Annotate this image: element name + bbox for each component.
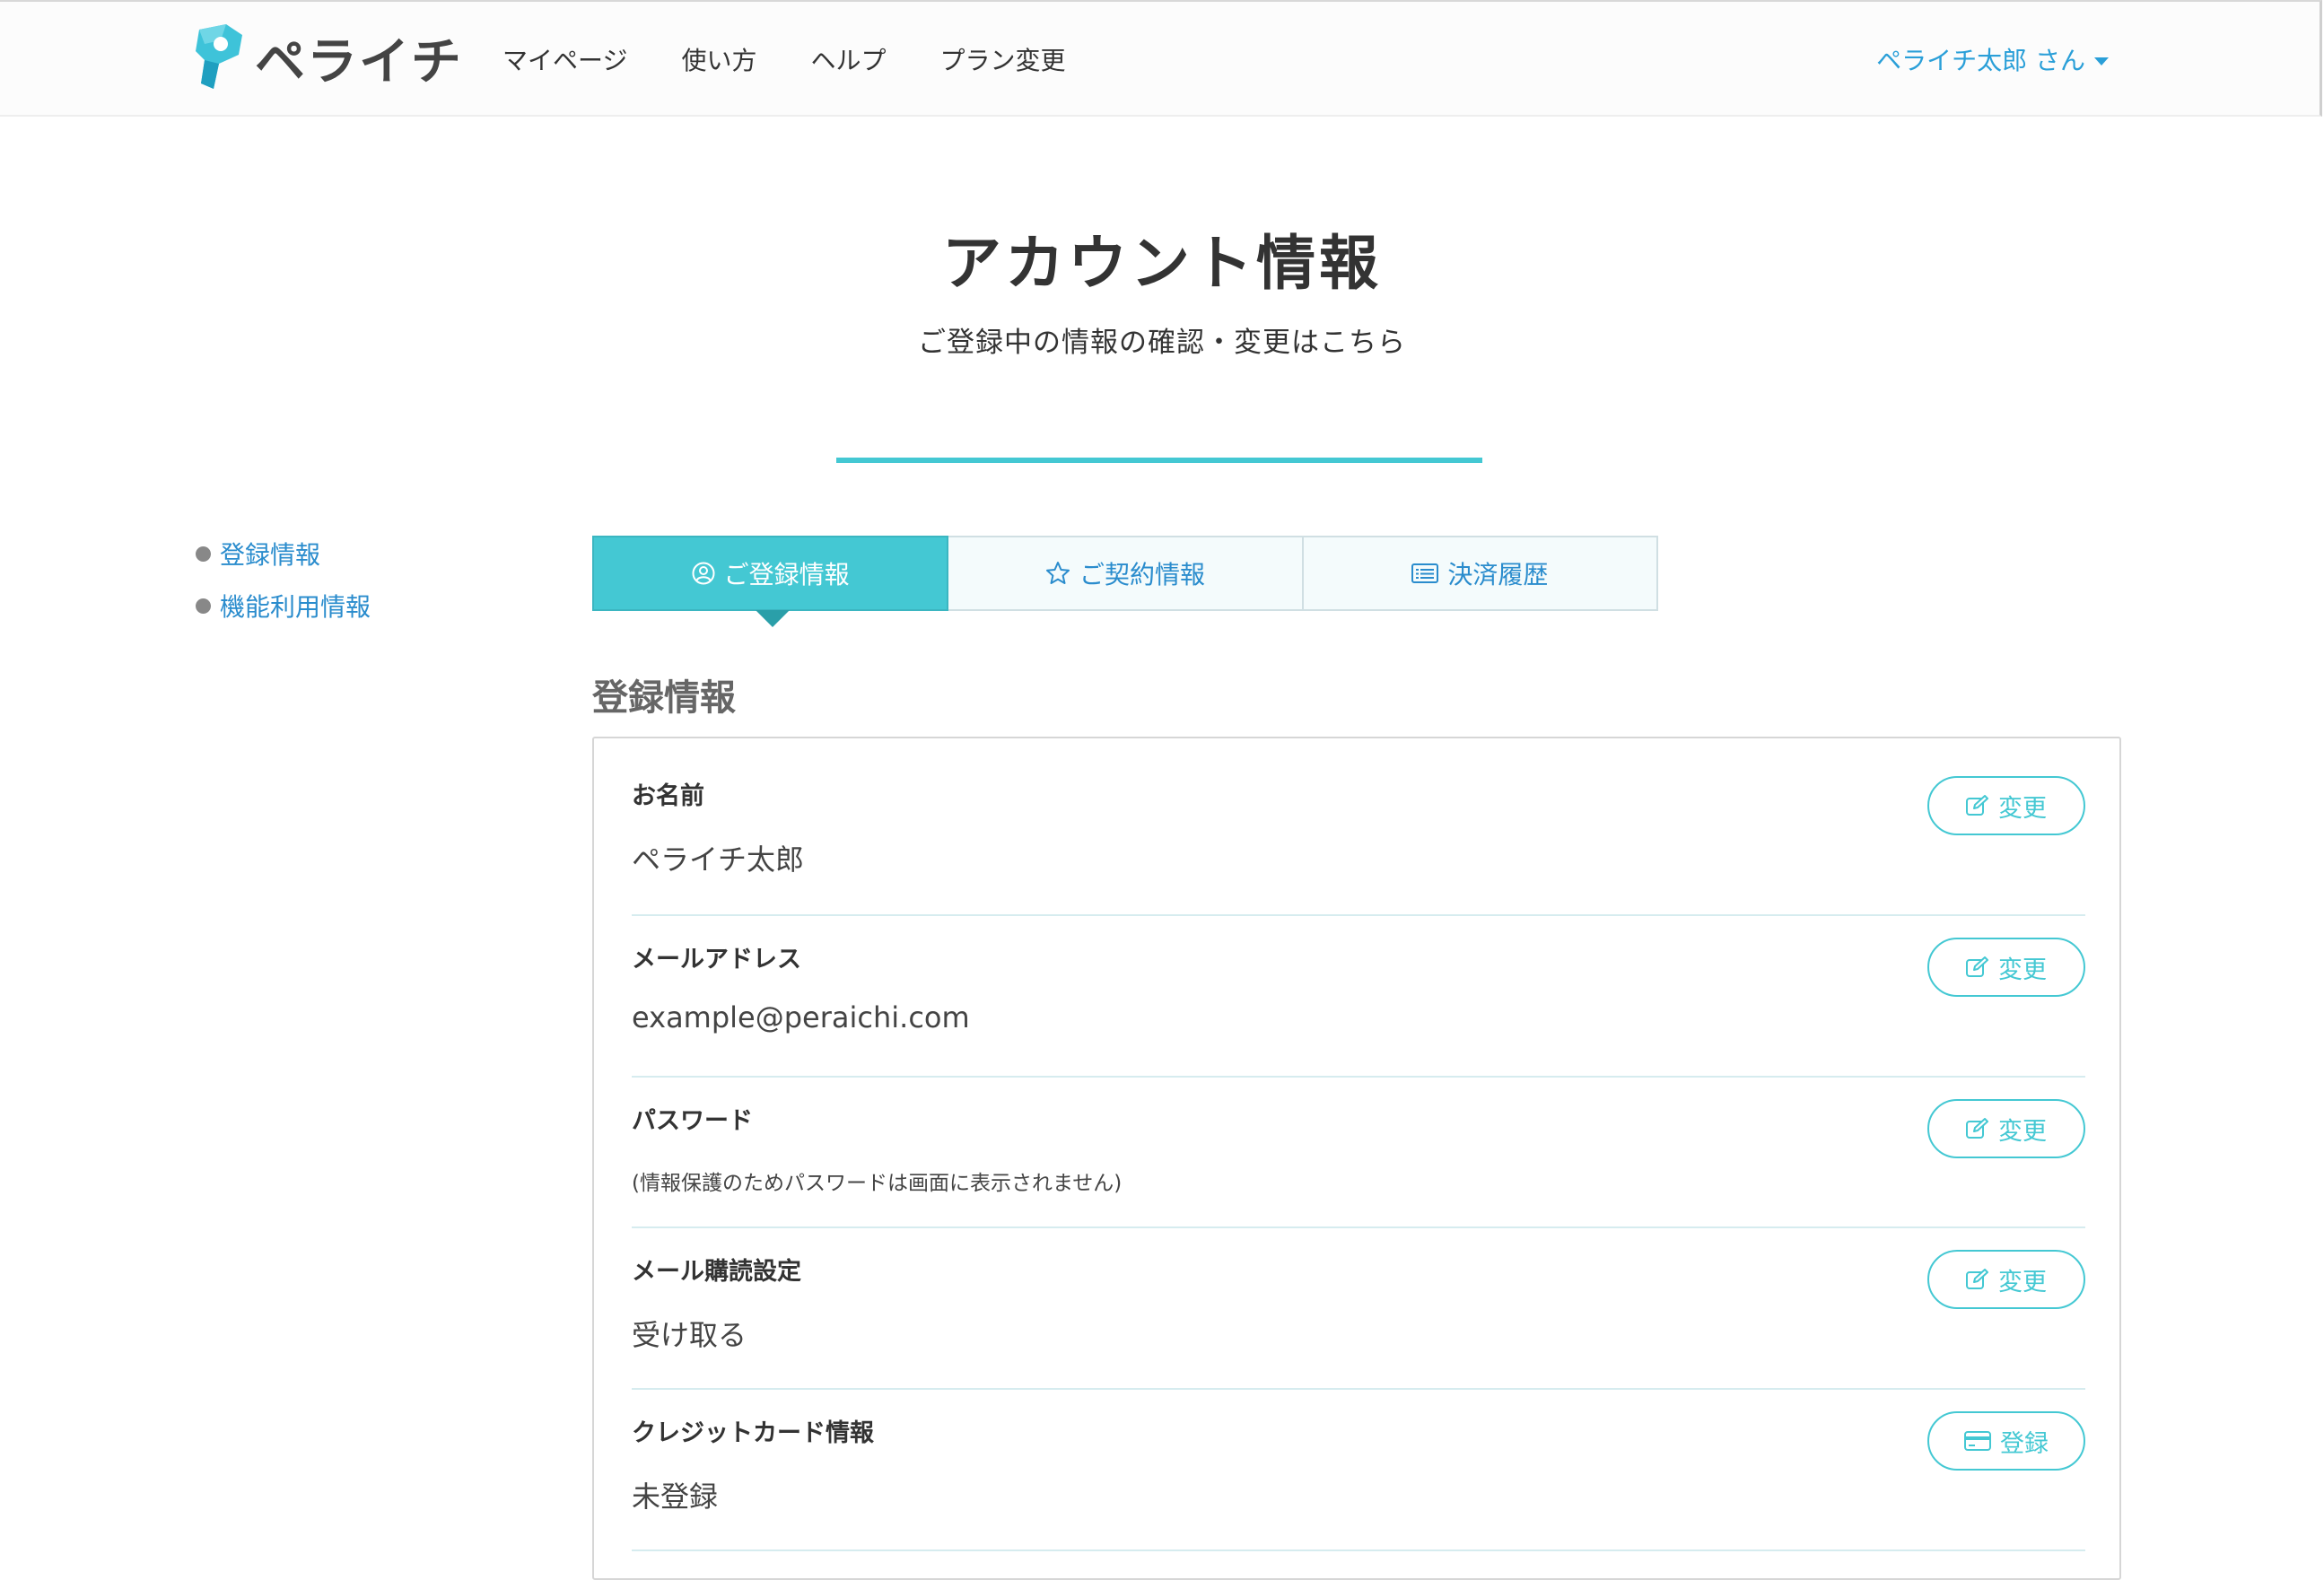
bullet-icon [196, 546, 211, 562]
button-label: 変更 [1998, 956, 2047, 984]
info-row-credit-card: クレジットカード情報 未登録 登録 [632, 1390, 2085, 1551]
sidebar-item-registration[interactable]: 登録情報 [196, 535, 371, 572]
caret-down-icon [2094, 57, 2109, 65]
sidebar-item-label: 機能利用情報 [220, 592, 371, 622]
sidebar-item-feature-usage[interactable]: 機能利用情報 [196, 587, 371, 624]
registration-info-card: お名前 ペライチ太郎 変更 メールアドレス example@peraichi.c… [592, 737, 2121, 1580]
credit-card-icon [1964, 1430, 1991, 1452]
row-value: (情報保護のためパスワードは画面に表示されません) [632, 1172, 1123, 1195]
register-credit-card-button[interactable]: 登録 [1927, 1411, 2085, 1471]
sidebar-item-label: 登録情報 [220, 540, 321, 570]
button-label: 変更 [1998, 1268, 2047, 1296]
top-header: ペライチ マイページ 使い方 ヘルプ プラン変更 ペライチ太郎 さん [0, 0, 2322, 117]
row-label: メールアドレス [632, 946, 801, 973]
list-icon [1411, 563, 1439, 584]
row-label: メール購読設定 [632, 1258, 801, 1286]
info-row-name: お名前 ペライチ太郎 変更 [632, 738, 2085, 916]
bullet-icon [196, 598, 211, 614]
button-label: 登録 [2000, 1429, 2049, 1458]
page-title: アカウント情報 [942, 229, 1382, 298]
account-tabs: ご登録情報 ご契約情報 決済履歴 [592, 536, 1658, 627]
page-subtitle: ご登録中の情報の確認・変更はこちら [918, 327, 1406, 359]
edit-icon [1966, 1269, 1989, 1290]
nav-item-mypage[interactable]: マイページ [502, 41, 627, 77]
tab-label: ご契約情報 [1079, 560, 1205, 589]
user-name: ペライチ太郎 さん [1876, 46, 2085, 75]
edit-icon [1966, 795, 1989, 816]
button-label: 変更 [1998, 794, 2047, 823]
row-label: パスワード [632, 1107, 753, 1135]
tab-label: ご登録情報 [723, 560, 850, 589]
row-value: 受け取る [632, 1318, 747, 1352]
user-circle-icon [692, 562, 715, 585]
change-password-button[interactable]: 変更 [1927, 1099, 2085, 1158]
nav-item-plan-change[interactable]: プラン変更 [939, 41, 1065, 77]
change-email-button[interactable]: 変更 [1927, 938, 2085, 997]
change-name-button[interactable]: 変更 [1927, 776, 2085, 835]
tab-payment-history[interactable]: 決済履歴 [1303, 536, 1658, 611]
section-heading: 登録情報 [592, 677, 736, 719]
button-label: 変更 [1998, 1117, 2047, 1146]
main-nav: マイページ 使い方 ヘルプ プラン変更 [502, 2, 1120, 117]
info-row-email: メールアドレス example@peraichi.com 変更 [632, 916, 2085, 1078]
tab-contract-info[interactable]: ご契約情報 [948, 536, 1304, 611]
row-label: お名前 [632, 782, 704, 810]
row-value: ペライチ太郎 [632, 842, 805, 877]
edit-icon [1966, 956, 1989, 978]
logo[interactable]: ペライチ [196, 22, 463, 93]
row-value: 未登録 [632, 1480, 719, 1514]
logo-text: ペライチ [255, 32, 463, 92]
nav-item-help[interactable]: ヘルプ [810, 41, 886, 77]
info-row-password: パスワード (情報保護のためパスワードは画面に表示されません) 変更 [632, 1078, 2085, 1228]
sidebar: 登録情報 機能利用情報 [196, 535, 371, 639]
peraichi-logo-icon [196, 24, 246, 91]
tab-registration-info[interactable]: ご登録情報 [592, 536, 949, 627]
change-mail-subscription-button[interactable]: 変更 [1927, 1250, 2085, 1309]
row-label: クレジットカード情報 [632, 1419, 874, 1447]
user-menu[interactable]: ペライチ太郎 さん [1876, 2, 2109, 117]
star-icon [1045, 561, 1070, 586]
title-underline [836, 458, 1482, 463]
info-row-mail-subscription: メール購読設定 受け取る 変更 [632, 1228, 2085, 1390]
edit-icon [1966, 1118, 1989, 1139]
tab-label: 決済履歴 [1447, 560, 1549, 589]
row-value: example@peraichi.com [632, 1000, 970, 1034]
nav-item-usage[interactable]: 使い方 [681, 41, 756, 77]
